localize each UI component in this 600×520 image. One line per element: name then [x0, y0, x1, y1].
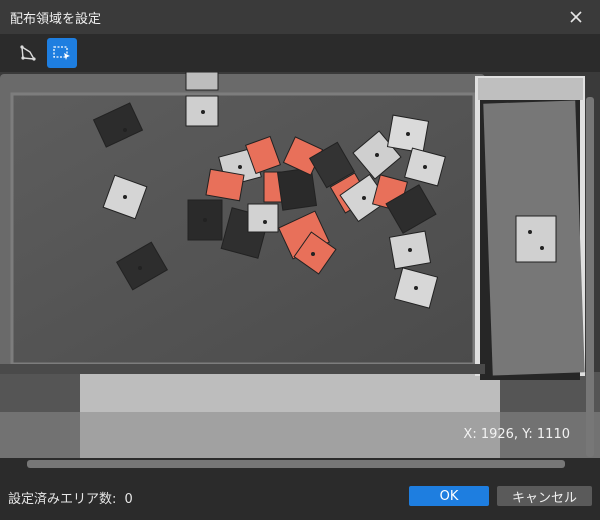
close-icon[interactable] [566, 7, 586, 27]
dialog-title: 配布領域を設定 [10, 12, 102, 27]
status-label: 設定済みエリア数: [8, 492, 117, 507]
title-bar: 配布領域を設定 [0, 0, 600, 34]
camera-image [0, 72, 600, 458]
coordinate-readout: X: 1926, Y: 1110 [463, 427, 570, 442]
status-area-count: 設定済みエリア数: 0 [8, 488, 133, 507]
vertical-scrollbar[interactable] [586, 97, 594, 457]
toolbar [0, 34, 600, 72]
image-viewport[interactable]: X: 1926, Y: 1110 [0, 72, 600, 458]
horizontal-scrollbar[interactable] [27, 460, 565, 468]
status-count: 0 [124, 492, 133, 507]
polygon-icon [20, 45, 36, 61]
rectangle-tool-button[interactable] [47, 38, 77, 68]
ok-button[interactable]: OK [409, 486, 489, 506]
polygon-tool-button[interactable] [13, 38, 43, 68]
rectangle-select-icon [53, 46, 70, 60]
cancel-button[interactable]: キャンセル [497, 486, 592, 506]
